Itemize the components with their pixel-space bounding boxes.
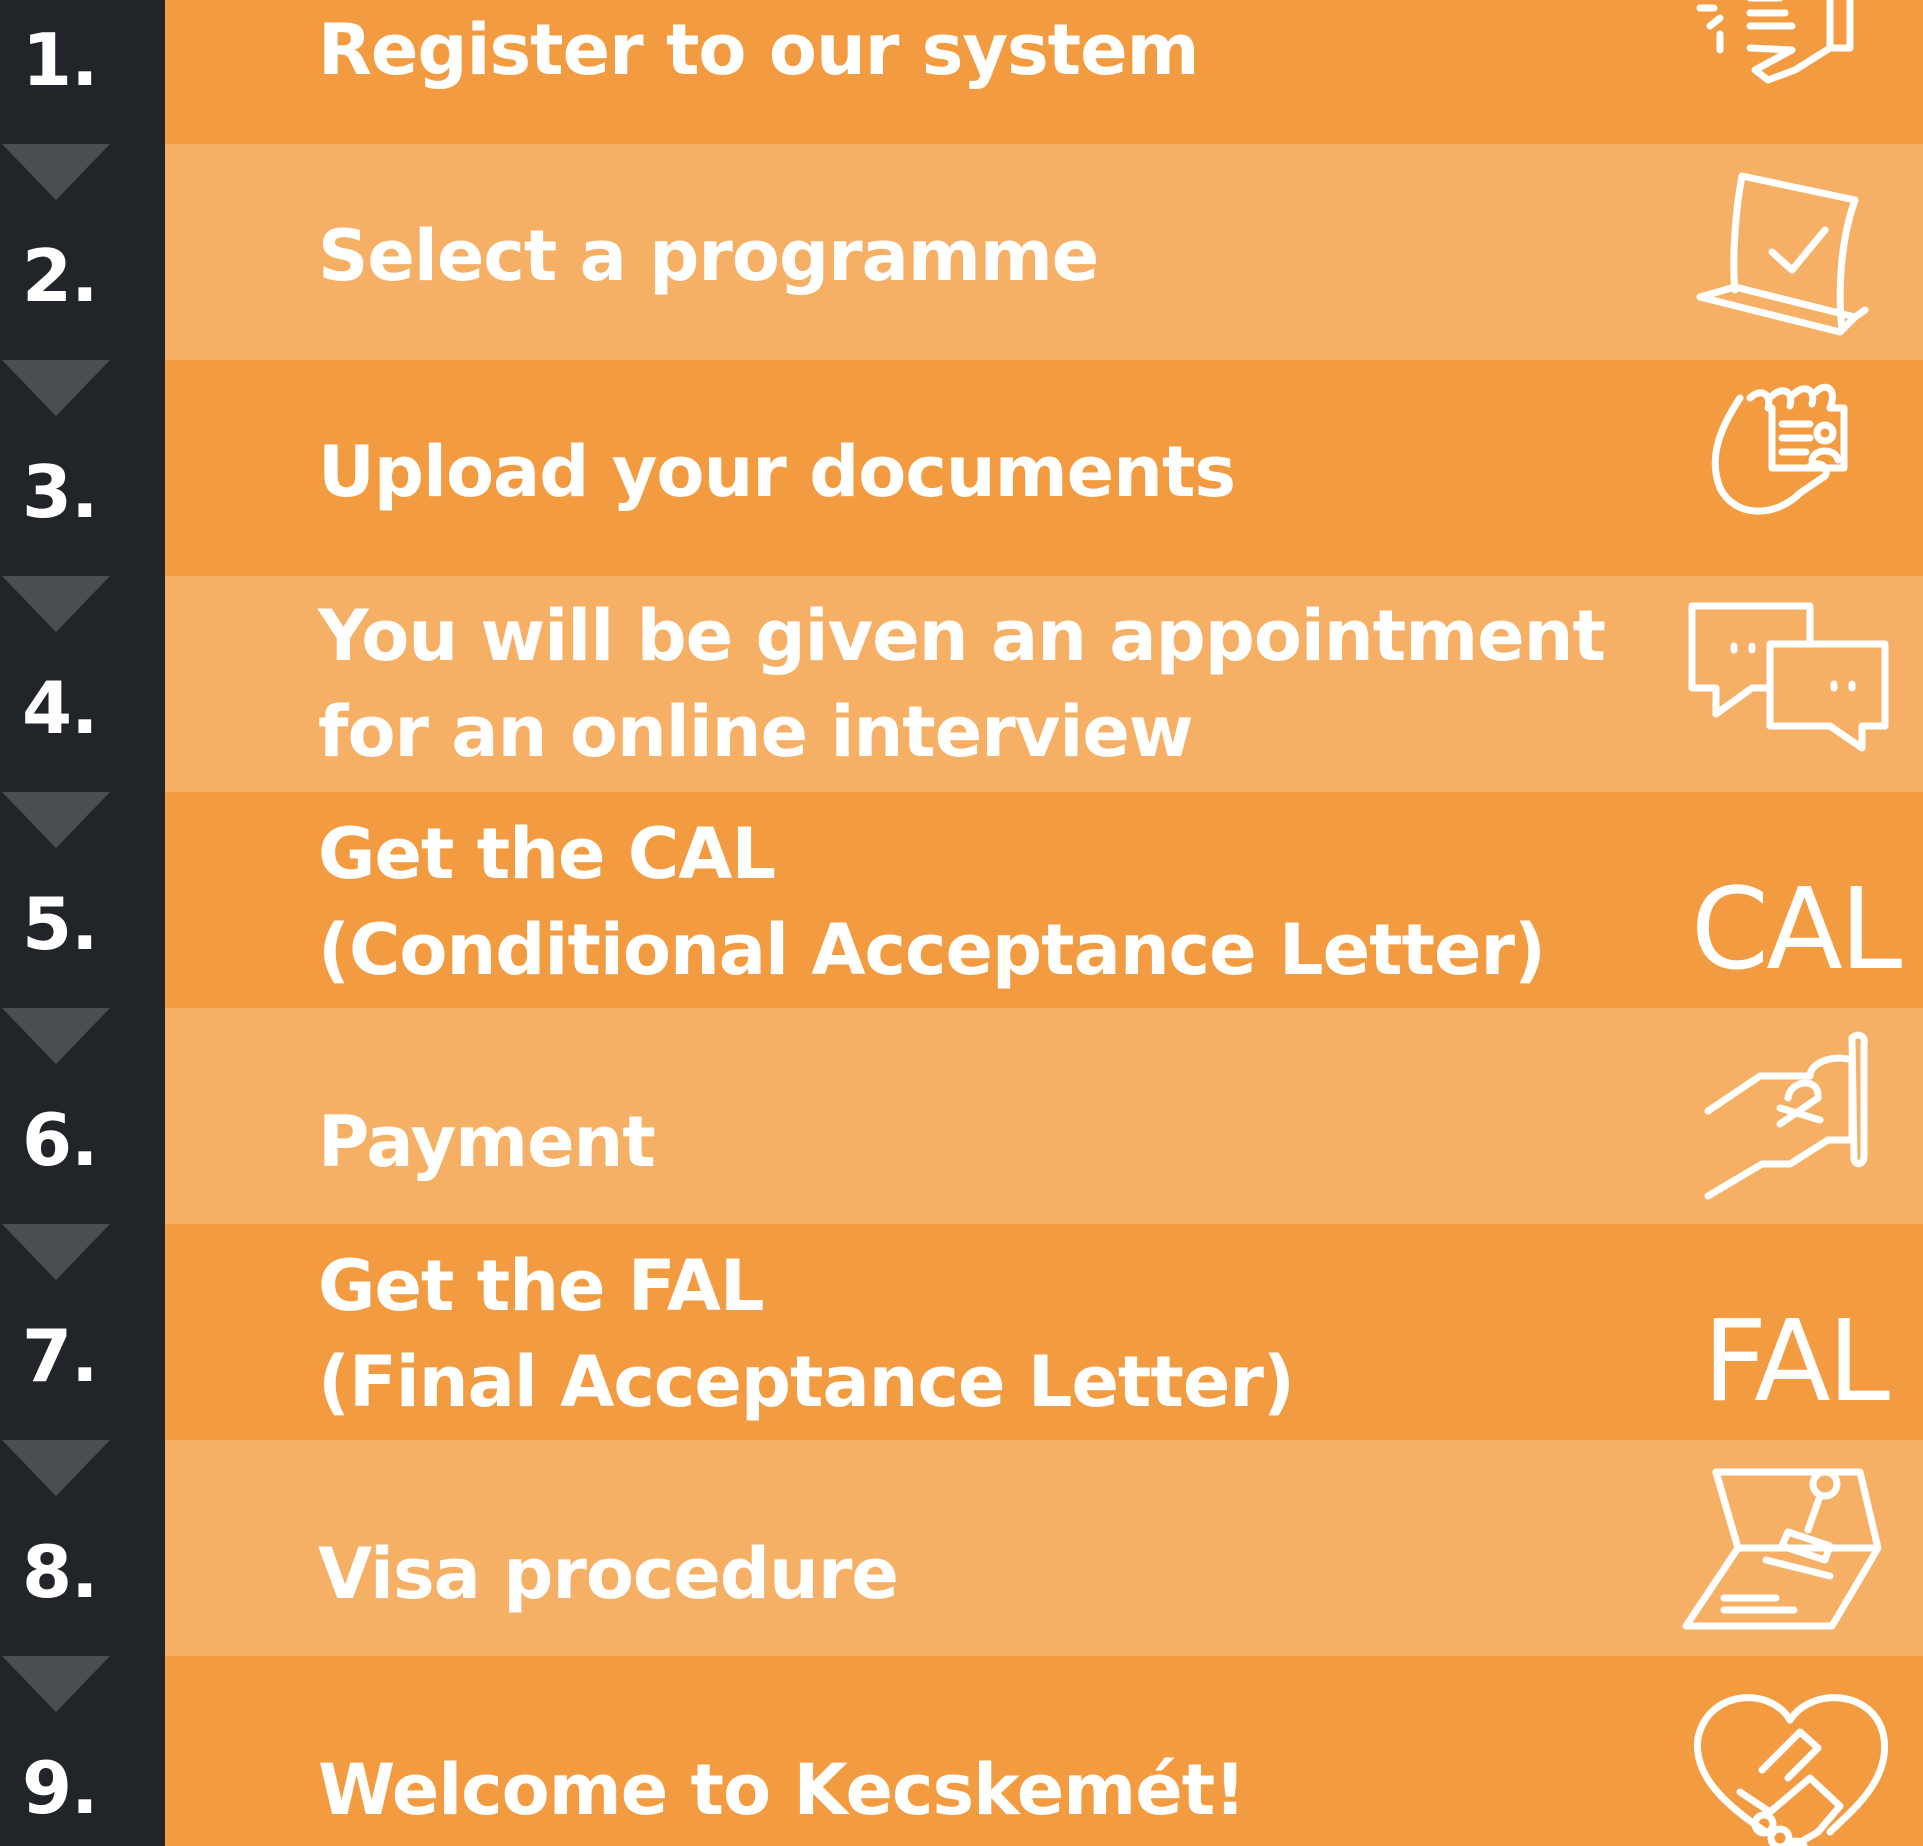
step-row: 6. Payment [0, 1008, 1923, 1224]
step-arrow [2, 1656, 110, 1712]
step-label-line: Select a programme [318, 215, 1099, 297]
step-label-line: Register to our system [318, 9, 1200, 91]
laptop-check-icon [1680, 152, 1900, 352]
step-number: 8. [22, 1530, 98, 1614]
step-label-line: Get the CAL [318, 813, 776, 895]
step-label-line: Payment [318, 1101, 656, 1183]
step-label: Select a programme [318, 208, 1618, 304]
step-label-line: Upload your documents [318, 431, 1236, 513]
step-arrow [2, 1008, 110, 1064]
step-number: 6. [22, 1098, 98, 1182]
step-label: Get the CAL (Conditional Acceptance Lett… [318, 806, 1618, 998]
step-number: 3. [22, 450, 98, 534]
passport-stamp-icon [1680, 1448, 1900, 1648]
step-label: Payment [318, 1094, 1618, 1190]
step-row: 8. Visa procedure [0, 1440, 1923, 1656]
hand-document-icon [1680, 368, 1900, 568]
step-label-line: Visa procedure [318, 1533, 899, 1615]
hand-card-payment-icon [1680, 1016, 1900, 1216]
step-label: Visa procedure [318, 1526, 1618, 1622]
step-row: 2. Select a programme [0, 144, 1923, 360]
step-row: 4. You will be given an appointment for … [0, 576, 1923, 792]
step-label: Get the FAL (Final Acceptance Letter) [318, 1238, 1618, 1430]
step-arrow [2, 1440, 110, 1496]
step-number: 7. [22, 1314, 98, 1398]
step-number: 2. [22, 234, 98, 318]
step-arrow [2, 792, 110, 848]
step-label-line: Get the FAL [318, 1245, 764, 1327]
heart-handshake-icon [1680, 1682, 1900, 1846]
step-number: 4. [22, 666, 98, 750]
step-label-line: for an online interview [318, 691, 1194, 773]
cal-icon: CAL [1690, 865, 1902, 995]
step-number: 5. [22, 882, 98, 966]
step-number: 1. [22, 18, 98, 102]
step-row: 3. Upload your documents [0, 360, 1923, 576]
step-label: Register to our system [318, 2, 1618, 98]
step-label-line: (Conditional Acceptance Letter) [318, 909, 1546, 991]
step-arrow [2, 360, 110, 416]
step-arrow [2, 144, 110, 200]
step-label: Upload your documents [318, 424, 1618, 520]
step-label-line: (Final Acceptance Letter) [318, 1341, 1295, 1423]
step-arrow [2, 576, 110, 632]
step-label-line: Welcome to Kecskemét! [318, 1749, 1246, 1831]
steps-flow: 1. Register to our system 2. Select a pr… [0, 0, 1923, 1846]
step-row: 7. Get the FAL (Final Acceptance Letter)… [0, 1224, 1923, 1440]
step-arrow [2, 1224, 110, 1280]
fal-icon: FAL [1702, 1297, 1890, 1427]
step-row: 1. Register to our system [0, 0, 1923, 144]
chat-bubbles-icon [1680, 596, 1900, 796]
step-label-line: You will be given an appointment [318, 595, 1606, 677]
step-row: 9. Welcome to Kecskemét! [0, 1656, 1923, 1846]
step-row: 5. Get the CAL (Conditional Acceptance L… [0, 792, 1923, 1008]
step-number: 9. [22, 1746, 98, 1830]
step-label: Welcome to Kecskemét! [318, 1742, 1618, 1838]
step-label: You will be given an appointment for an … [318, 588, 1618, 780]
